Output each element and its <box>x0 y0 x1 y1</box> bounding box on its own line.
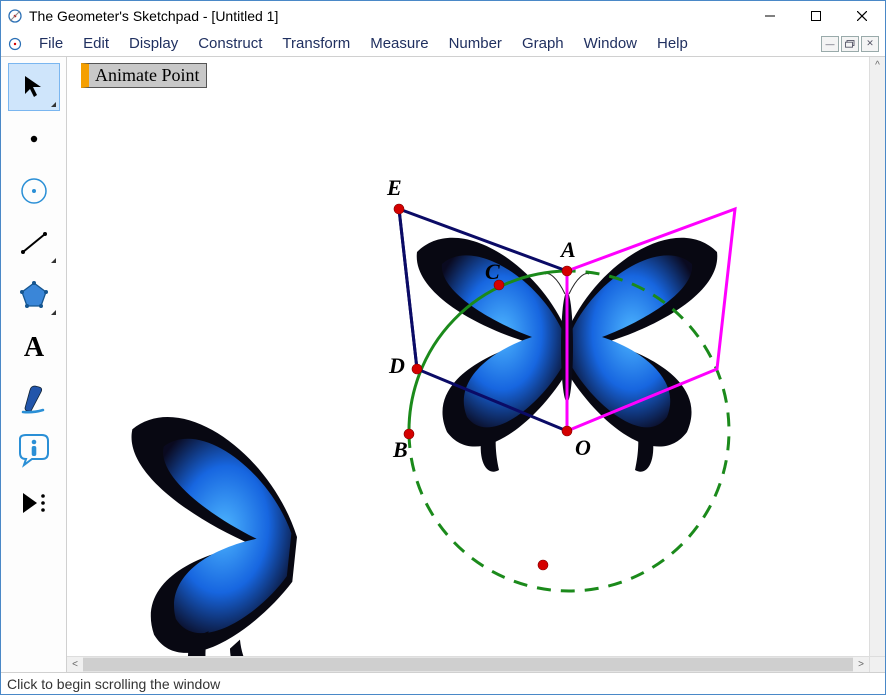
label-B: B <box>392 437 408 462</box>
info-tool[interactable] <box>8 427 60 475</box>
custom-tool[interactable] <box>8 479 60 527</box>
titlebar: The Geometer's Sketchpad - [Untitled 1] <box>1 1 885 31</box>
menu-help[interactable]: Help <box>647 32 698 55</box>
scroll-up-icon[interactable]: ^ <box>870 57 885 73</box>
menu-construct[interactable]: Construct <box>188 32 272 55</box>
document-icon <box>7 36 23 52</box>
label-E: E <box>386 175 402 200</box>
label-C: C <box>485 259 500 284</box>
toolbar: A <box>1 57 67 672</box>
hscroll-thumb[interactable] <box>83 658 853 671</box>
window-title: The Geometer's Sketchpad - [Untitled 1] <box>29 8 278 24</box>
menu-window[interactable]: Window <box>574 32 647 55</box>
app-icon <box>7 8 23 24</box>
text-tool[interactable]: A <box>8 323 60 371</box>
menu-display[interactable]: Display <box>119 32 188 55</box>
vertical-scrollbar[interactable]: ^ <box>869 57 885 656</box>
mdi-minimize-button[interactable]: — <box>821 36 839 52</box>
point-tool[interactable] <box>8 115 60 163</box>
point-E <box>394 204 404 214</box>
scroll-corner <box>869 656 885 672</box>
compass-tool[interactable] <box>8 167 60 215</box>
svg-text:A: A <box>23 332 44 363</box>
animate-point-button[interactable]: Animate Point <box>81 63 207 88</box>
point-A <box>562 266 572 276</box>
menu-transform[interactable]: Transform <box>272 32 360 55</box>
point-O <box>562 426 572 436</box>
menu-graph[interactable]: Graph <box>512 32 574 55</box>
workarea: A Animate Point <box>1 57 885 672</box>
menu-measure[interactable]: Measure <box>360 32 438 55</box>
butterfly-wing-loose <box>107 413 308 656</box>
horizontal-scrollbar[interactable]: < > <box>67 656 869 672</box>
flyout-icon <box>51 258 56 263</box>
flyout-icon <box>51 102 56 107</box>
canvas-wrap: Animate Point <box>67 57 885 672</box>
scroll-right-icon[interactable]: > <box>853 657 869 672</box>
label-D: D <box>388 353 405 378</box>
label-A: A <box>559 237 576 262</box>
menu-file[interactable]: File <box>29 32 73 55</box>
mdi-restore-button[interactable] <box>841 36 859 52</box>
point-bottom <box>538 560 548 570</box>
menu-edit[interactable]: Edit <box>73 32 119 55</box>
label-O: O <box>575 435 591 460</box>
menubar: File Edit Display Construct Transform Me… <box>1 31 885 57</box>
status-text: Click to begin scrolling the window <box>7 676 220 692</box>
hscroll-track[interactable] <box>83 657 853 672</box>
close-button[interactable] <box>839 1 885 31</box>
statusbar: Click to begin scrolling the window <box>1 672 885 694</box>
marker-tool[interactable] <box>8 375 60 423</box>
arrow-tool[interactable] <box>8 63 60 111</box>
menu-number[interactable]: Number <box>439 32 512 55</box>
mdi-close-button[interactable]: ✕ <box>861 36 879 52</box>
mdi-controls: — ✕ <box>821 36 881 52</box>
window-controls <box>747 1 885 31</box>
point-D <box>412 364 422 374</box>
straightedge-tool[interactable] <box>8 219 60 267</box>
maximize-button[interactable] <box>793 1 839 31</box>
sketch-svg: E A C D B O <box>67 57 867 656</box>
minimize-button[interactable] <box>747 1 793 31</box>
sketch-canvas[interactable]: Animate Point <box>67 57 869 656</box>
scroll-left-icon[interactable]: < <box>67 657 83 672</box>
polygon-tool[interactable] <box>8 271 60 319</box>
flyout-icon <box>51 310 56 315</box>
